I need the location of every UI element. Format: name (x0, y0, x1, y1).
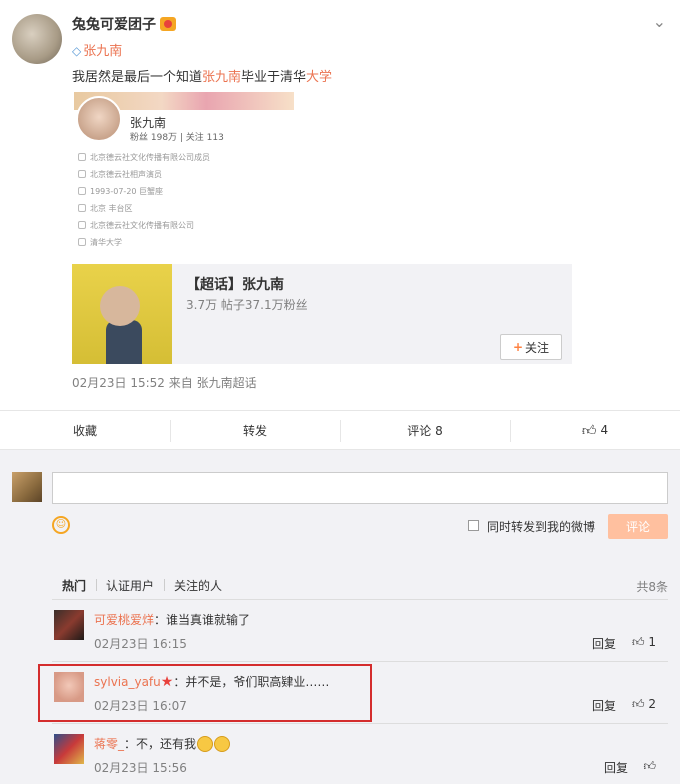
comment-like-button[interactable]: 👍︎ 2 (632, 697, 656, 712)
supertopic-image (72, 264, 172, 364)
comment-item: 可爱桃爱烊：谁当真谁就输了 02月23日 16:15 回复 👍︎ 1 (52, 600, 668, 662)
profile-avatar (76, 96, 122, 142)
thumbs-up-icon: 👍︎ (643, 759, 656, 773)
comment-section: ☺ 同时转发到我的微博 评论 热门 认证用户 关注的人 共8条 可爱桃爱烊：谁当… (0, 450, 680, 784)
comment-body: ：谁当真谁就输了 (154, 613, 251, 627)
profile-row: 北京德云社相声演员 (78, 169, 162, 180)
favorite-label: 收藏 (72, 423, 97, 438)
profile-row: 北京 丰台区 (78, 203, 133, 214)
highlight-annotation-box (38, 664, 372, 722)
supertopic-title[interactable]: 【超话】张九南 (186, 274, 284, 294)
profile-stats: 粉丝 198万 | 关注 113 (130, 133, 224, 143)
post-meta: 02月23日 15:52 来自 张九南超话 (72, 376, 257, 390)
supertopic-diamond-icon: ◇ (72, 44, 82, 58)
profile-row-text: 1993-07-20 巨蟹座 (90, 187, 164, 196)
reply-button[interactable]: 回复 (592, 697, 616, 714)
comment-label: 评论 8 (407, 423, 443, 438)
comment-like-button[interactable]: 👍︎ 1 (632, 635, 656, 650)
comment-time: 02月23日 16:15 (94, 637, 187, 651)
info-icon (78, 153, 86, 161)
profile-row-text: 北京德云社文化传播有限公司 (90, 221, 194, 230)
commenter-avatar[interactable] (54, 610, 84, 640)
profile-row-text: 清华大学 (90, 238, 122, 247)
school-icon (78, 238, 86, 246)
performer-figure (106, 320, 142, 364)
submit-comment-button[interactable]: 评论 (608, 514, 668, 539)
tab-following[interactable]: 关注的人 (164, 577, 232, 594)
laugh-emoji-icon (197, 736, 214, 752)
vip-badge-icon (160, 17, 176, 31)
post-text-part: 毕业于清华 (241, 70, 307, 85)
comment-total: 共8条 (636, 580, 668, 594)
forward-label: 转发 (242, 423, 267, 438)
post-text: 我居然是最后一个知道张九南毕业于清华大学 (72, 66, 332, 85)
profile-row: 北京德云社文化传播有限公司成员 (78, 152, 210, 163)
author-avatar[interactable] (12, 14, 62, 64)
tab-hot[interactable]: 热门 (52, 577, 96, 594)
weibo-post-page: 兔兔可爱团子 ⌄ ◇ 张九南 我居然是最后一个知道张九南毕业于清华大学 张九南 粉… (0, 0, 680, 784)
like-count: 4 (600, 423, 609, 437)
profile-row-text: 北京德云社文化传播有限公司成员 (90, 153, 210, 162)
like-button[interactable]: 👍︎ 4 (510, 411, 680, 449)
chevron-down-icon[interactable]: ⌄ (653, 12, 666, 31)
calendar-icon (78, 187, 86, 195)
forward-button[interactable]: 转发 (170, 411, 340, 449)
plus-icon: + (512, 340, 524, 354)
company-icon (78, 221, 86, 229)
comment-text: 蒋零_：不，还有我 (94, 735, 231, 752)
keyword-link[interactable]: 大学 (306, 70, 332, 85)
comment-text: 可爱桃爱烊：谁当真谁就输了 (94, 611, 250, 628)
comment-item: 蒋零_：不，还有我 02月23日 15:56 回复 👍︎ (52, 724, 668, 784)
favorite-button[interactable]: 收藏 (0, 411, 170, 449)
author-name-row: 兔兔可爱团子 (72, 14, 176, 34)
profile-row: 清华大学 (78, 237, 122, 248)
thumbs-up-icon: 👍︎ (631, 697, 645, 711)
comment-tabs: 热门 认证用户 关注的人 共8条 (52, 572, 668, 600)
post-text-part: 我居然是最后一个知道 (72, 70, 203, 85)
comment-time: 02月23日 15:56 (94, 761, 187, 775)
comment-like-count: 2 (648, 697, 656, 711)
tab-verified-users[interactable]: 认证用户 (96, 577, 164, 594)
reply-button[interactable]: 回复 (592, 635, 616, 652)
commenter-name[interactable]: 可爱桃爱烊 (94, 613, 154, 627)
comment-input[interactable] (52, 472, 668, 504)
supertopic-card[interactable]: 【超话】张九南 3.7万 帖子37.1万粉丝 + 关注 (72, 264, 572, 364)
comment-like-button[interactable]: 👍︎ (643, 759, 656, 774)
thumbs-up-icon: 👍︎ (631, 635, 645, 649)
laugh-emoji-icon (214, 736, 231, 752)
action-bar: 收藏 转发 评论 8 👍︎ 4 (0, 410, 680, 450)
topic-label: 张九南 (83, 44, 123, 59)
profile-row: 1993-07-20 巨蟹座 (78, 186, 163, 197)
commenter-name[interactable]: 蒋零_ (94, 737, 124, 751)
profile-row: 北京德云社文化传播有限公司 (78, 220, 194, 231)
comment-body: ：不，还有我 (124, 737, 197, 751)
profile-row-text: 北京 丰台区 (90, 204, 133, 213)
mention-link[interactable]: 张九南 (202, 70, 241, 85)
comment-button[interactable]: 评论 8 (340, 411, 510, 449)
post-image[interactable]: 张九南 粉丝 198万 | 关注 113 北京德云社文化传播有限公司成员 北京德… (74, 92, 294, 260)
thumbs-up-icon: 👍︎ (581, 422, 597, 439)
topic-link[interactable]: ◇ 张九南 (72, 40, 122, 59)
forward-checkbox[interactable] (468, 520, 479, 531)
emoji-icon[interactable]: ☺ (52, 516, 70, 534)
profile-name: 张九南 (130, 116, 167, 130)
follow-button[interactable]: + 关注 (500, 334, 562, 360)
forward-checkbox-label: 同时转发到我的微博 (487, 520, 596, 534)
author-name[interactable]: 兔兔可爱团子 (72, 17, 156, 33)
comment-like-count: 1 (648, 635, 656, 649)
reply-button[interactable]: 回复 (604, 759, 628, 776)
info-icon (78, 170, 86, 178)
current-user-avatar (12, 472, 42, 502)
supertopic-stats: 3.7万 帖子37.1万粉丝 (186, 298, 308, 312)
location-icon (78, 204, 86, 212)
profile-row-text: 北京德云社相声演员 (90, 170, 162, 179)
performer-head (100, 286, 140, 326)
follow-label: 关注 (525, 340, 550, 355)
commenter-avatar[interactable] (54, 734, 84, 764)
